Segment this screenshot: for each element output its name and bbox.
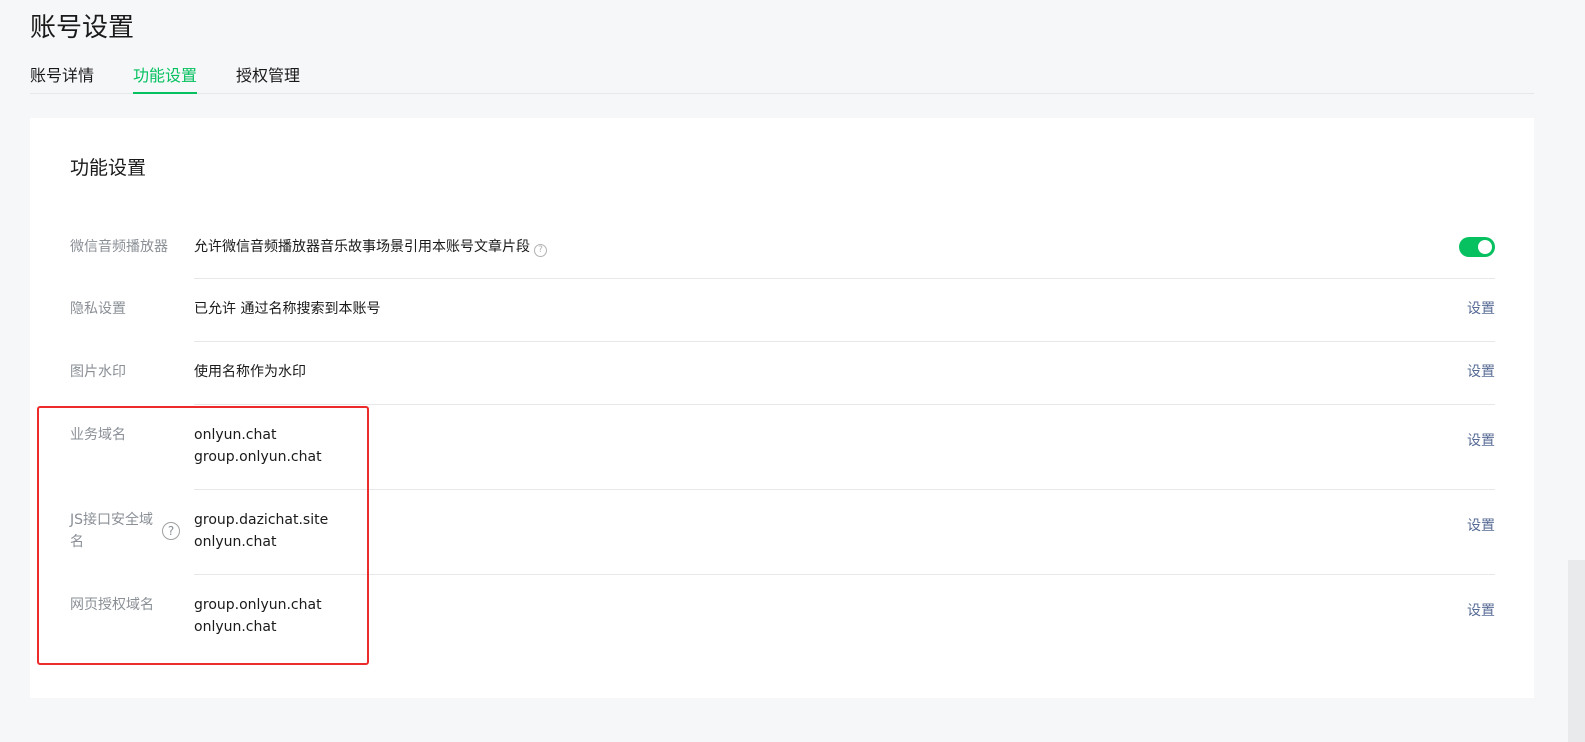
js-domain-value-2: onlyun.chat (194, 534, 277, 550)
oauth-domain-label: 网页授权域名 (70, 597, 154, 613)
business-domain-row: 业务域名 onlyun.chat group.onlyun.chat 设置 (70, 424, 1495, 468)
js-domain-value-1: group.dazichat.site (194, 512, 329, 528)
tab-feature-settings[interactable]: 功能设置 (133, 64, 198, 94)
privacy-label: 隐私设置 (70, 301, 126, 317)
oauth-domain-value-1: group.onlyun.chat (194, 597, 322, 613)
privacy-settings-link[interactable]: 设置 (1467, 298, 1495, 320)
business-domain-settings-link[interactable]: 设置 (1467, 430, 1495, 452)
business-domain-value-1: onlyun.chat (194, 427, 277, 443)
divider (194, 489, 1495, 490)
business-domain-value-2: group.onlyun.chat (194, 449, 322, 465)
business-domain-label: 业务域名 (70, 427, 126, 443)
audio-player-label: 微信音频播放器 (70, 239, 168, 255)
audio-player-value: 允许微信音频播放器音乐故事场景引用本账号文章片段? (194, 236, 547, 258)
divider (194, 574, 1495, 575)
js-domain-label-line1: JS接口安全域 (70, 512, 154, 528)
audio-player-row: 微信音频播放器 允许微信音频播放器音乐故事场景引用本账号文章片段? (70, 236, 1495, 258)
page-title: 账号设置 (30, 13, 135, 43)
section-title: 功能设置 (70, 157, 147, 179)
watermark-settings-link[interactable]: 设置 (1467, 361, 1495, 383)
toggle-knob (1478, 240, 1492, 254)
divider (194, 341, 1495, 342)
watermark-value: 使用名称作为水印 (194, 364, 306, 380)
privacy-value: 已允许 通过名称搜索到本账号 (194, 301, 381, 317)
audio-player-toggle[interactable] (1459, 237, 1495, 257)
divider (194, 404, 1495, 405)
oauth-domain-row: 网页授权域名 group.onlyun.chat onlyun.chat 设置 (70, 594, 1495, 638)
oauth-domain-settings-link[interactable]: 设置 (1467, 600, 1495, 622)
watermark-row: 图片水印 使用名称作为水印 设置 (70, 361, 1495, 383)
js-domain-row: JS接口安全域 名 ? group.dazichat.site onlyun.c… (70, 509, 1495, 553)
watermark-label: 图片水印 (70, 364, 126, 380)
scrollbar[interactable] (1568, 560, 1585, 742)
js-domain-label-line2: 名 (70, 534, 84, 550)
js-domain-settings-link[interactable]: 设置 (1467, 515, 1495, 537)
tab-account-details[interactable]: 账号详情 (30, 64, 94, 88)
privacy-row: 隐私设置 已允许 通过名称搜索到本账号 设置 (70, 298, 1495, 320)
help-icon[interactable]: ? (162, 522, 180, 540)
settings-card: 功能设置 微信音频播放器 允许微信音频播放器音乐故事场景引用本账号文章片段? 隐… (30, 118, 1534, 698)
audio-player-text: 允许微信音频播放器音乐故事场景引用本账号文章片段 (194, 239, 530, 255)
divider (194, 278, 1495, 279)
tab-bar: 账号详情 功能设置 授权管理 (30, 64, 1534, 94)
oauth-domain-value-2: onlyun.chat (194, 619, 277, 635)
help-icon[interactable]: ? (534, 244, 547, 257)
tab-authorization[interactable]: 授权管理 (236, 64, 300, 88)
